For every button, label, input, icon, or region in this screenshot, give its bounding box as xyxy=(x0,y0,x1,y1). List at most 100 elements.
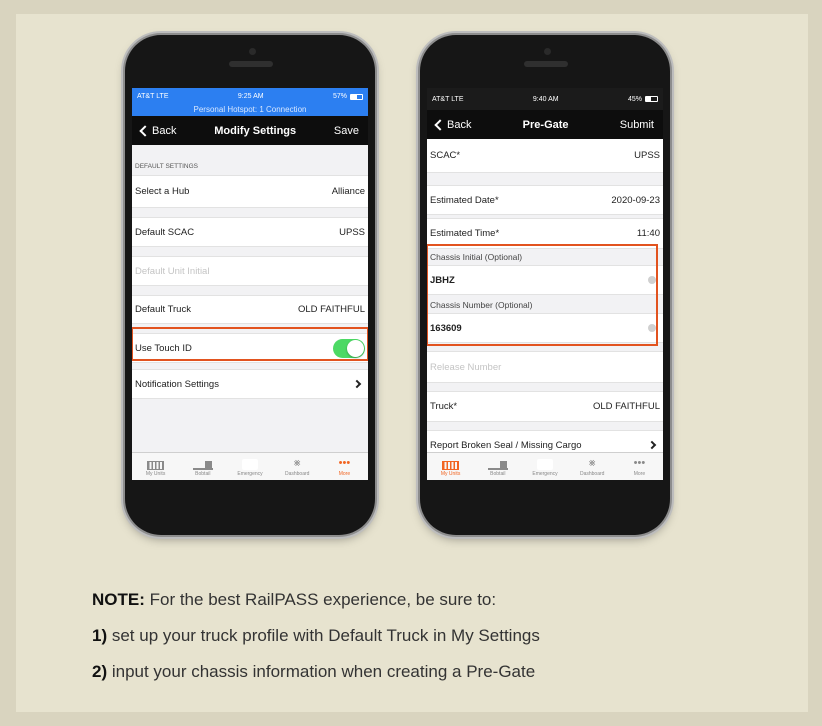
phone-pre-gate: AT&T LTE 9:40 AM 45% Back Pre-Gate Submi… xyxy=(420,35,670,535)
battery-percent: 45% xyxy=(627,95,642,103)
tab-bobtail[interactable]: Bobtail xyxy=(474,453,521,480)
row-label: SCAC* xyxy=(430,150,461,161)
section-header: DEFAULT SETTINGS xyxy=(135,163,198,170)
tab-dashboard[interactable]: ⨳ Dashboard xyxy=(274,453,321,480)
dashboard-icon: ⨳ xyxy=(588,456,596,469)
phone-modify-settings: AT&T LTE 9:25 AM 57% Personal Hotspot: 1… xyxy=(125,35,375,535)
tab-dashboard[interactable]: ⨳ Dashboard xyxy=(569,453,616,480)
more-icon: ••• xyxy=(338,456,351,469)
row-label: Default SCAC xyxy=(135,226,195,238)
tab-bar: My Units Bobtail + Emergency ⨳ Dashboard •… xyxy=(132,452,368,480)
note-heading-line: NOTE: For the best RailPASS experience, … xyxy=(92,590,496,610)
clock: 9:40 AM xyxy=(532,95,559,103)
row-value: UPSS xyxy=(339,226,365,238)
battery-fill xyxy=(351,94,358,99)
more-icon: ••• xyxy=(633,456,646,469)
submit-button[interactable]: Submit xyxy=(620,119,654,131)
note-item-number: 1) xyxy=(92,626,108,645)
default-scac-row[interactable]: Default SCAC UPSS xyxy=(132,217,368,247)
row-value: 11:40 xyxy=(636,228,660,239)
tab-bar: My Units Bobtail + Emergency ⨳ Dashboard •… xyxy=(427,452,663,480)
status-bar: AT&T LTE 9:25 AM 57% xyxy=(132,88,368,105)
earpiece xyxy=(229,61,273,67)
tab-my-units[interactable]: My Units xyxy=(132,453,179,480)
bobtail-icon xyxy=(192,460,213,470)
save-button[interactable]: Save xyxy=(334,125,359,137)
tab-emergency[interactable]: + Emergency xyxy=(226,453,273,480)
row-label: Estimated Time* xyxy=(430,228,500,239)
touch-id-toggle[interactable] xyxy=(333,338,365,358)
row-value: UPSS xyxy=(634,150,660,161)
status-bar: AT&T LTE 9:40 AM 45% xyxy=(427,88,663,110)
dashboard-icon: ⨳ xyxy=(293,456,301,469)
note-item-number: 2) xyxy=(92,662,108,681)
scac-row[interactable]: SCAC* UPSS xyxy=(427,139,663,173)
battery-percent: 57% xyxy=(332,93,347,100)
chassis-number-label: Chassis Number (Optional) xyxy=(430,300,533,310)
select-hub-row[interactable]: Select a Hub Alliance xyxy=(132,175,368,208)
chevron-left-icon xyxy=(139,124,151,137)
units-icon xyxy=(147,460,165,470)
chevron-right-icon xyxy=(647,440,657,450)
hotspot-banner[interactable]: Personal Hotspot: 1 Connection xyxy=(132,105,368,116)
row-value: OLD FAITHFUL xyxy=(592,401,660,412)
estimated-time-row[interactable]: Estimated Time* 11:40 xyxy=(427,218,663,249)
emergency-icon: + xyxy=(537,458,553,470)
default-unit-initial-field[interactable]: Default Unit Initial xyxy=(132,256,368,286)
row-value: Alliance xyxy=(331,186,365,197)
emergency-icon: + xyxy=(242,458,258,470)
row-label: Default Truck xyxy=(135,304,191,315)
page-title: Modify Settings xyxy=(214,124,297,137)
release-number-field[interactable]: Release Number xyxy=(427,351,663,383)
clock: 9:25 AM xyxy=(237,93,264,100)
chassis-number-input[interactable]: 163609 xyxy=(427,313,663,343)
nav-bar: Back Pre-Gate Submit xyxy=(427,110,663,139)
tab-my-units[interactable]: My Units xyxy=(427,453,474,480)
clear-icon[interactable] xyxy=(648,276,656,284)
clear-icon[interactable] xyxy=(648,324,656,332)
chevron-right-icon xyxy=(352,379,362,389)
chassis-initial-input[interactable]: JBHZ xyxy=(427,265,663,295)
row-value: 2020-09-23 xyxy=(611,194,660,206)
page-title: Pre-Gate xyxy=(522,118,569,131)
bobtail-icon xyxy=(487,460,508,470)
notification-settings-row[interactable]: Notification Settings xyxy=(132,369,368,399)
battery-icon xyxy=(645,96,658,102)
field-placeholder: Release Number xyxy=(430,361,502,373)
truck-row[interactable]: Truck* OLD FAITHFUL xyxy=(427,391,663,422)
note-intro: For the best RailPASS experience, be sur… xyxy=(144,590,497,609)
carrier-label: AT&T LTE xyxy=(432,95,464,103)
touch-id-row: Use Touch ID xyxy=(132,333,368,363)
carrier-label: AT&T LTE xyxy=(137,93,169,100)
tab-more[interactable]: ••• More xyxy=(321,453,368,480)
note-item-1: 1) set up your truck profile with Defaul… xyxy=(92,626,540,646)
estimated-date-row[interactable]: Estimated Date* 2020-09-23 xyxy=(427,185,663,215)
back-button[interactable]: Back xyxy=(139,124,177,137)
note-item-2: 2) input your chassis information when c… xyxy=(92,662,535,682)
input-value: JBHZ xyxy=(430,274,455,286)
row-label: Report Broken Seal / Missing Cargo xyxy=(430,439,582,451)
nav-bar: Back Modify Settings Save xyxy=(132,116,368,145)
units-icon xyxy=(442,460,460,470)
screen: AT&T LTE 9:40 AM 45% Back Pre-Gate Submi… xyxy=(427,88,663,480)
back-label: Back xyxy=(152,124,177,137)
input-value: 163609 xyxy=(430,322,462,334)
camera-icon xyxy=(249,48,256,55)
tab-more[interactable]: ••• More xyxy=(616,453,663,480)
chevron-left-icon xyxy=(434,118,446,131)
field-placeholder: Default Unit Initial xyxy=(135,265,210,277)
default-truck-row[interactable]: Default Truck OLD FAITHFUL xyxy=(132,295,368,324)
battery-icon xyxy=(350,93,363,100)
tab-emergency[interactable]: + Emergency xyxy=(521,453,568,480)
note-label: NOTE: xyxy=(92,590,145,609)
earpiece xyxy=(524,61,568,67)
screen: AT&T LTE 9:25 AM 57% Personal Hotspot: 1… xyxy=(132,88,368,480)
battery-fill xyxy=(646,97,651,101)
back-button[interactable]: Back xyxy=(434,118,471,131)
tab-bobtail[interactable]: Bobtail xyxy=(179,453,226,480)
toggle-knob xyxy=(347,339,364,357)
row-value: OLD FAITHFUL xyxy=(297,304,365,315)
row-label: Truck* xyxy=(430,401,458,412)
chassis-initial-label: Chassis Initial (Optional) xyxy=(430,252,523,262)
row-label: Select a Hub xyxy=(135,186,190,197)
